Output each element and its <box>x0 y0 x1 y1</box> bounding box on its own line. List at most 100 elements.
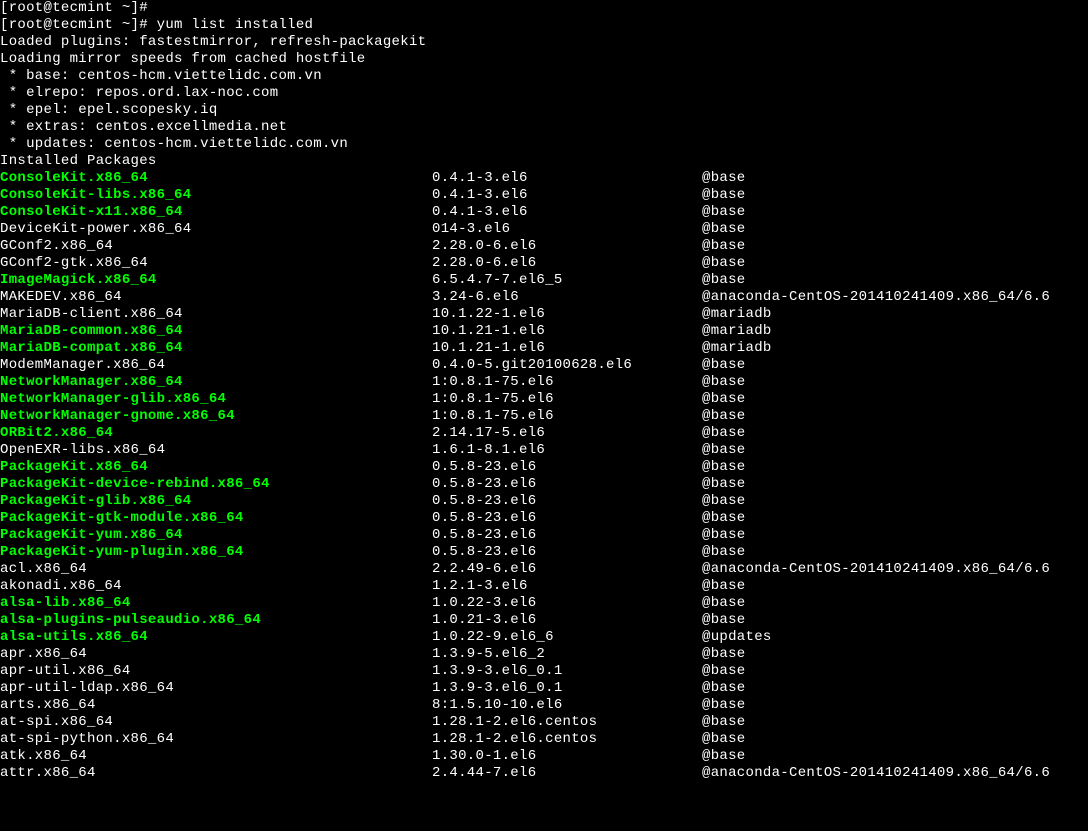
package-name: PackageKit-yum.x86_64 <box>0 527 432 544</box>
package-repo: @mariadb <box>702 323 772 340</box>
package-repo: @base <box>702 476 746 493</box>
package-name: attr.x86_64 <box>0 765 432 782</box>
package-repo: @anaconda-CentOS-201410241409.x86_64/6.6 <box>702 765 1050 782</box>
package-version: 1:0.8.1-75.el6 <box>432 391 702 408</box>
package-name: NetworkManager-gnome.x86_64 <box>0 408 432 425</box>
package-row: acl.x86_642.2.49-6.el6@anaconda-CentOS-2… <box>0 561 1088 578</box>
package-repo: @base <box>702 442 746 459</box>
package-name: apr-util.x86_64 <box>0 663 432 680</box>
package-repo: @base <box>702 459 746 476</box>
package-repo: @base <box>702 170 746 187</box>
package-row: at-spi-python.x86_641.28.1-2.el6.centos@… <box>0 731 1088 748</box>
package-row: ImageMagick.x86_646.5.4.7-7.el6_5@base <box>0 272 1088 289</box>
package-list: ConsoleKit.x86_640.4.1-3.el6@baseConsole… <box>0 170 1088 782</box>
package-row: ConsoleKit-libs.x86_640.4.1-3.el6@base <box>0 187 1088 204</box>
package-row: GConf2-gtk.x86_642.28.0-6.el6@base <box>0 255 1088 272</box>
package-repo: @base <box>702 425 746 442</box>
package-version: 3.24-6.el6 <box>432 289 702 306</box>
package-version: 0.5.8-23.el6 <box>432 476 702 493</box>
package-repo: @base <box>702 544 746 561</box>
package-repo: @base <box>702 221 746 238</box>
terminal[interactable]: [root@tecmint ~]# [root@tecmint ~]# yum … <box>0 0 1088 782</box>
package-repo: @base <box>702 595 746 612</box>
package-version: 8:1.5.10-10.el6 <box>432 697 702 714</box>
package-row: ORBit2.x86_642.14.17-5.el6@base <box>0 425 1088 442</box>
package-name: PackageKit-yum-plugin.x86_64 <box>0 544 432 561</box>
package-version: 1.3.9-3.el6_0.1 <box>432 680 702 697</box>
package-name: apr-util-ldap.x86_64 <box>0 680 432 697</box>
package-version: 2.28.0-6.el6 <box>432 255 702 272</box>
package-version: 1.6.1-8.1.el6 <box>432 442 702 459</box>
package-repo: @base <box>702 272 746 289</box>
package-name: GConf2-gtk.x86_64 <box>0 255 432 272</box>
package-row: PackageKit.x86_640.5.8-23.el6@base <box>0 459 1088 476</box>
package-name: acl.x86_64 <box>0 561 432 578</box>
package-version: 1:0.8.1-75.el6 <box>432 408 702 425</box>
package-name: ConsoleKit.x86_64 <box>0 170 432 187</box>
package-repo: @base <box>702 187 746 204</box>
package-name: PackageKit.x86_64 <box>0 459 432 476</box>
package-repo: @updates <box>702 629 772 646</box>
package-row: ModemManager.x86_640.4.0-5.git20100628.e… <box>0 357 1088 374</box>
package-row: ConsoleKit.x86_640.4.1-3.el6@base <box>0 170 1088 187</box>
package-name: GConf2.x86_64 <box>0 238 432 255</box>
package-repo: @base <box>702 527 746 544</box>
package-version: 2.14.17-5.el6 <box>432 425 702 442</box>
package-row: MariaDB-client.x86_6410.1.22-1.el6@maria… <box>0 306 1088 323</box>
package-repo: @mariadb <box>702 340 772 357</box>
header-line: * base: centos-hcm.viettelidc.com.vn <box>0 68 1088 85</box>
package-row: alsa-lib.x86_641.0.22-3.el6@base <box>0 595 1088 612</box>
package-repo: @base <box>702 408 746 425</box>
package-version: 1.0.22-9.el6_6 <box>432 629 702 646</box>
package-row: PackageKit-gtk-module.x86_640.5.8-23.el6… <box>0 510 1088 527</box>
package-version: 1.30.0-1.el6 <box>432 748 702 765</box>
package-version: 0.5.8-23.el6 <box>432 493 702 510</box>
package-repo: @base <box>702 578 746 595</box>
package-version: 0.4.0-5.git20100628.el6 <box>432 357 702 374</box>
package-version: 1.28.1-2.el6.centos <box>432 731 702 748</box>
package-row: apr-util.x86_641.3.9-3.el6_0.1@base <box>0 663 1088 680</box>
package-name: at-spi-python.x86_64 <box>0 731 432 748</box>
package-row: PackageKit-yum.x86_640.5.8-23.el6@base <box>0 527 1088 544</box>
package-repo: @base <box>702 374 746 391</box>
package-row: atk.x86_641.30.0-1.el6@base <box>0 748 1088 765</box>
package-repo: @base <box>702 697 746 714</box>
package-version: 10.1.21-1.el6 <box>432 323 702 340</box>
header-line: * elrepo: repos.ord.lax-noc.com <box>0 85 1088 102</box>
package-version: 0.5.8-23.el6 <box>432 510 702 527</box>
header-line: Loading mirror speeds from cached hostfi… <box>0 51 1088 68</box>
package-name: OpenEXR-libs.x86_64 <box>0 442 432 459</box>
prompt-line-command: [root@tecmint ~]# yum list installed <box>0 17 1088 34</box>
package-row: NetworkManager.x86_641:0.8.1-75.el6@base <box>0 374 1088 391</box>
package-version: 2.4.44-7.el6 <box>432 765 702 782</box>
package-name: alsa-utils.x86_64 <box>0 629 432 646</box>
package-name: arts.x86_64 <box>0 697 432 714</box>
package-repo: @anaconda-CentOS-201410241409.x86_64/6.6 <box>702 561 1050 578</box>
package-name: PackageKit-gtk-module.x86_64 <box>0 510 432 527</box>
package-row: attr.x86_642.4.44-7.el6@anaconda-CentOS-… <box>0 765 1088 782</box>
package-repo: @base <box>702 714 746 731</box>
package-repo: @anaconda-CentOS-201410241409.x86_64/6.6 <box>702 289 1050 306</box>
package-name: alsa-plugins-pulseaudio.x86_64 <box>0 612 432 629</box>
package-repo: @base <box>702 391 746 408</box>
header-block: Loaded plugins: fastestmirror, refresh-p… <box>0 34 1088 170</box>
package-row: NetworkManager-glib.x86_641:0.8.1-75.el6… <box>0 391 1088 408</box>
package-row: apr-util-ldap.x86_641.3.9-3.el6_0.1@base <box>0 680 1088 697</box>
package-name: ImageMagick.x86_64 <box>0 272 432 289</box>
package-repo: @base <box>702 238 746 255</box>
package-row: GConf2.x86_642.28.0-6.el6@base <box>0 238 1088 255</box>
package-name: DeviceKit-power.x86_64 <box>0 221 432 238</box>
package-version: 0.5.8-23.el6 <box>432 459 702 476</box>
package-repo: @base <box>702 663 746 680</box>
package-version: 1.2.1-3.el6 <box>432 578 702 595</box>
package-row: alsa-utils.x86_641.0.22-9.el6_6@updates <box>0 629 1088 646</box>
header-line: * updates: centos-hcm.viettelidc.com.vn <box>0 136 1088 153</box>
package-version: 0.5.8-23.el6 <box>432 527 702 544</box>
package-row: ConsoleKit-x11.x86_640.4.1-3.el6@base <box>0 204 1088 221</box>
package-version: 1.0.22-3.el6 <box>432 595 702 612</box>
package-name: ConsoleKit-x11.x86_64 <box>0 204 432 221</box>
package-version: 0.4.1-3.el6 <box>432 204 702 221</box>
package-repo: @base <box>702 204 746 221</box>
package-row: alsa-plugins-pulseaudio.x86_641.0.21-3.e… <box>0 612 1088 629</box>
package-name: NetworkManager.x86_64 <box>0 374 432 391</box>
